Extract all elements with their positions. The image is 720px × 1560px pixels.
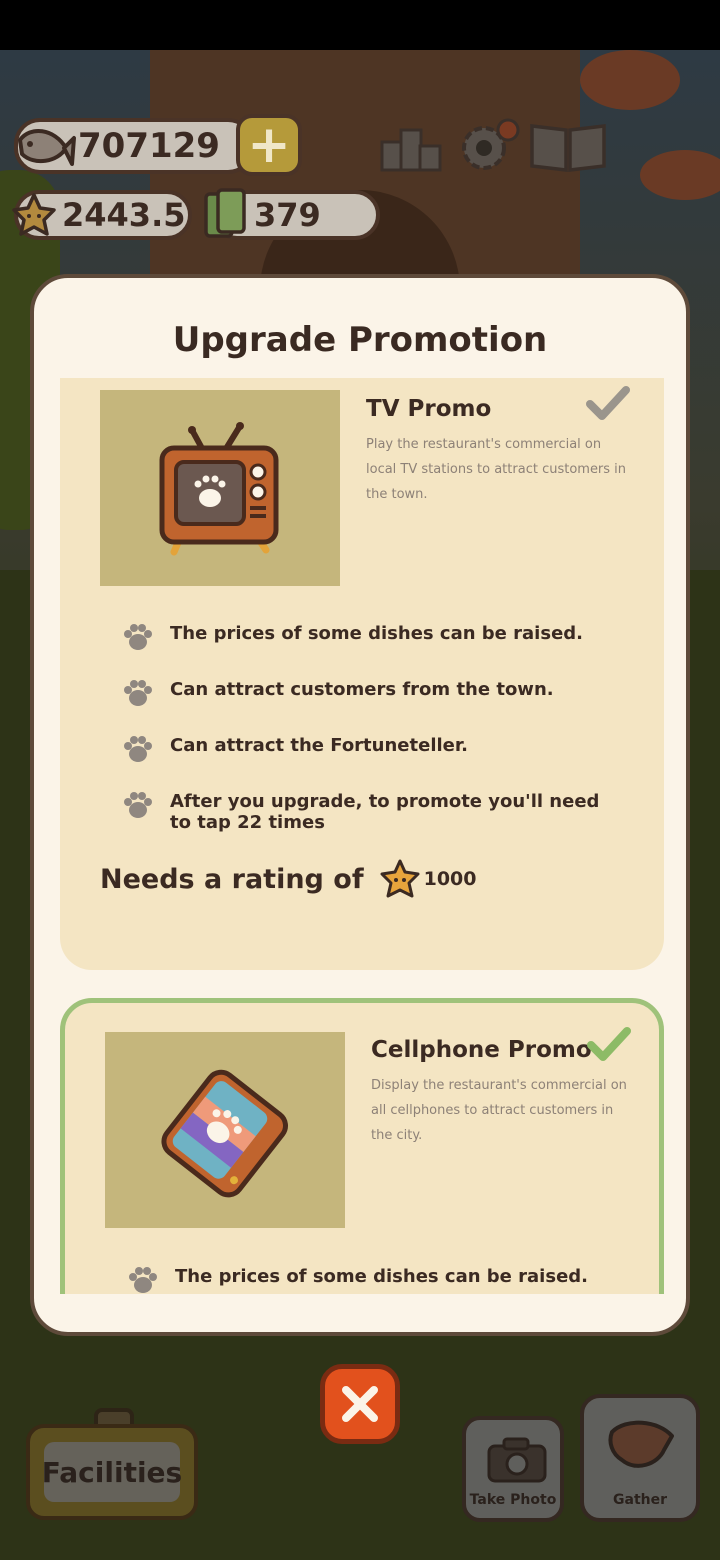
paw-icon <box>124 736 152 762</box>
promo-card-tv[interactable]: TV Promo Play the restaurant's commercia… <box>60 378 664 970</box>
cash-value: 379 <box>254 196 321 234</box>
facilities-button[interactable]: Facilities <box>26 1424 198 1520</box>
camera-icon <box>487 1437 547 1483</box>
rating-requirement: Needs a rating of 1000 <box>100 858 476 900</box>
promo-description: Display the restaurant's commercial on a… <box>371 1078 627 1143</box>
paw-icon <box>124 680 152 706</box>
promo-description: Play the restaurant's commercial on loca… <box>366 437 627 502</box>
star-icon <box>380 859 420 898</box>
perk-text: Can attract the Fortuneteller. <box>170 735 469 756</box>
perk-text: Can attract customers from the town. <box>170 679 554 700</box>
perk-item: Can attract the Fortuneteller. <box>120 734 620 764</box>
mushroom-decoration <box>580 50 680 110</box>
promo-list-scroll[interactable]: TV Promo Play the restaurant's commercia… <box>60 378 664 1294</box>
fish-icon <box>18 128 76 166</box>
perk-text: The prices of some dishes can be raised. <box>175 1266 588 1287</box>
paw-icon <box>124 624 152 650</box>
promo-thumbnail <box>105 1032 345 1228</box>
upgrade-promotion-dialog: Upgrade Promotion TV Promo Play the rest… <box>30 274 690 1336</box>
facilities-label: Facilities <box>41 1455 183 1489</box>
take-photo-button[interactable]: Take Photo <box>462 1416 564 1522</box>
leaderboard-icon[interactable] <box>380 118 442 174</box>
perk-text: The prices of some dishes can be raised. <box>170 623 583 644</box>
whistle-icon <box>608 1420 674 1468</box>
requirement-value: 1000 <box>423 868 477 890</box>
requirement-label: Needs a rating of <box>100 863 364 895</box>
plus-icon: + <box>247 115 291 175</box>
fish-currency-value: 707129 <box>78 126 220 166</box>
checkmark-icon[interactable] <box>587 1027 631 1061</box>
close-icon <box>342 1386 378 1422</box>
perk-item: After you upgrade, to promote you'll nee… <box>120 790 620 833</box>
mushroom-decoration <box>640 150 720 200</box>
promo-thumbnail <box>100 390 340 586</box>
dialog-title: Upgrade Promotion <box>172 320 548 360</box>
perk-item: The prices of some dishes can be raised. <box>120 622 620 652</box>
settings-gear-icon[interactable] <box>456 118 520 174</box>
gather-label: Gather <box>613 1492 667 1508</box>
take-photo-label: Take Photo <box>469 1492 557 1508</box>
tv-icon <box>159 422 279 556</box>
add-currency-button[interactable]: + <box>236 114 302 176</box>
promo-name: Cellphone Promo <box>371 1037 592 1063</box>
promo-card-cellphone[interactable]: Cellphone Promo Display the restaurant's… <box>60 998 664 1294</box>
gather-button[interactable]: Gather <box>580 1394 700 1522</box>
status-bar <box>0 0 720 50</box>
cash-icon <box>204 188 246 238</box>
star-icon <box>12 193 56 236</box>
promo-name: TV Promo <box>366 396 492 422</box>
paw-icon <box>129 1267 157 1293</box>
rating-value: 2443.5 <box>62 196 186 234</box>
recipe-book-icon[interactable] <box>528 118 608 174</box>
paw-icon <box>124 792 152 818</box>
perk-item: Can attract customers from the town. <box>120 678 620 708</box>
perk-item: The prices of some dishes can be raised. <box>125 1265 625 1294</box>
perk-text: After you upgrade, to promote you'll nee… <box>170 791 600 833</box>
close-button[interactable] <box>320 1364 400 1444</box>
checkmark-icon <box>586 386 630 420</box>
cellphone-icon <box>161 1069 288 1198</box>
